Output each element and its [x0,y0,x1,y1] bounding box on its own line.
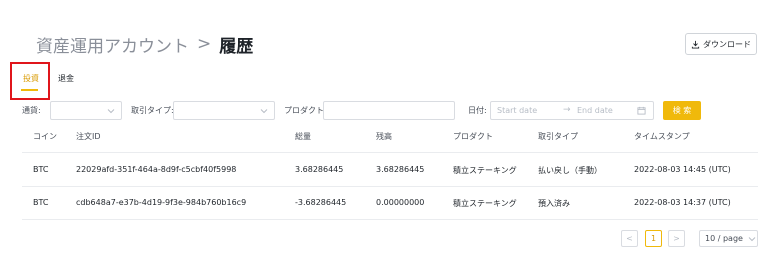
type-filter-label: 取引タイプ: [131,106,174,115]
highlight-annotation [10,62,50,100]
cell-order-id: 22029afd-351f-464a-8d9f-c5cbf40f5998 [76,165,237,174]
calendar-icon [637,106,646,115]
tab-withdraw[interactable]: 退金 [58,73,74,84]
column-header-balance: 残高 [376,132,392,141]
end-date-placeholder[interactable]: End date [577,106,613,115]
breadcrumb-parent[interactable]: 資産運用アカウント [36,32,189,57]
page-title: 履歴 [219,36,254,57]
cell-timestamp: 2022-08-03 14:45 (UTC) [634,165,731,174]
date-filter-label: 日付: [468,106,487,115]
coin-select[interactable] [50,101,122,120]
table-divider [22,152,758,153]
start-date-placeholder[interactable]: Start date [497,106,537,115]
breadcrumb: 資産運用アカウント > 履歴 [36,32,254,57]
cell-order-id: cdb648a7-e37b-4d19-9f3e-984b760b16c9 [76,198,247,207]
column-header-order-id: 注文ID [76,132,101,141]
search-button[interactable]: 検 索 [663,101,701,120]
page-number-current[interactable]: 1 [645,230,662,247]
column-header-amount: 総量 [295,132,311,141]
cell-type: 預入済み [538,199,570,208]
prev-page-button[interactable]: < [621,230,638,247]
download-button[interactable]: ダウンロード [685,33,757,55]
type-select[interactable] [173,101,275,120]
cell-product: 積立ステーキング [453,199,517,208]
column-header-coin: コイン [33,132,57,141]
next-page-button[interactable]: > [668,230,685,247]
column-header-product: プロダクト [453,132,493,141]
product-input[interactable] [323,101,455,120]
cell-coin: BTC [33,198,49,207]
cell-coin: BTC [33,165,49,174]
cell-type: 払い戻し（手動） [538,166,602,175]
cell-amount: -3.68286445 [295,198,347,207]
cell-timestamp: 2022-08-03 14:37 (UTC) [634,198,731,207]
breadcrumb-separator: > [197,34,212,54]
table-divider [22,219,758,220]
download-label: ダウンロード [703,39,751,49]
chevron-down-icon [748,236,756,241]
date-range-arrow: → [563,105,571,115]
table-divider [22,186,758,187]
coin-filter-label: 通貨: [22,106,41,115]
page-size-label: 10 / page [705,234,743,243]
page-size-select[interactable]: 10 / page [699,230,758,247]
download-icon [691,40,700,49]
cell-balance: 3.68286445 [376,165,425,174]
cell-product: 積立ステーキング [453,166,517,175]
chevron-down-icon [107,109,115,114]
chevron-down-icon [260,109,268,114]
column-header-type: 取引タイプ [538,132,578,141]
product-filter-label: プロダクト: [284,106,327,115]
cell-balance: 0.00000000 [376,198,425,207]
cell-amount: 3.68286445 [295,165,344,174]
column-header-timestamp: タイムスタンプ [634,132,690,141]
date-range-picker[interactable]: Start date → End date [490,101,654,120]
